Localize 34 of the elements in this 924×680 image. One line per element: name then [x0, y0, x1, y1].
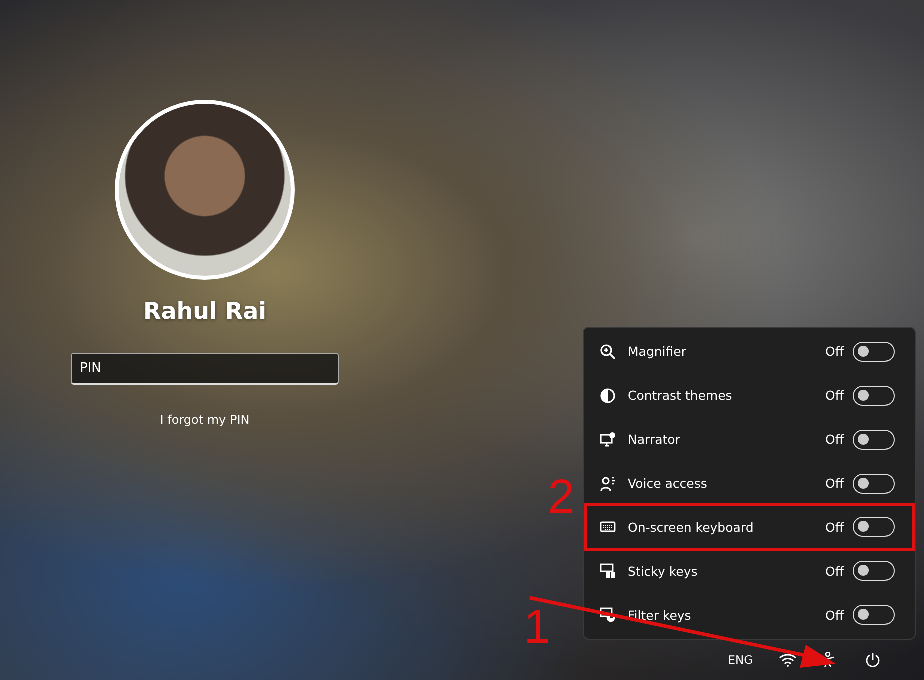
- toggle-switch[interactable]: [853, 561, 895, 582]
- state-label: Off: [826, 344, 844, 360]
- step-number: 2: [548, 474, 575, 522]
- language-indicator[interactable]: ENG: [728, 653, 753, 667]
- toggle-switch[interactable]: [853, 342, 895, 362]
- user-name: Rahul Rai: [144, 299, 266, 325]
- state-label: Off: [826, 476, 844, 491]
- setting-label: On-screen keyboard: [628, 520, 755, 535]
- setting-label: Sticky keys: [628, 564, 699, 579]
- person-voice-icon: [600, 476, 616, 492]
- pin-field[interactable]: PIN: [71, 353, 339, 385]
- setting-label: Contrast themes: [628, 388, 734, 404]
- state-label: Off: [826, 388, 844, 404]
- state-label: Off: [826, 432, 844, 448]
- magnifier-icon: [600, 344, 616, 360]
- step-number: 1: [524, 604, 551, 652]
- toggle-switch[interactable]: [853, 517, 895, 538]
- setting-label: Voice access: [628, 476, 708, 491]
- state-label: Off: [826, 608, 844, 623]
- contrast-icon: [600, 388, 616, 404]
- state-label: Off: [826, 520, 844, 535]
- monitor-speech-icon: [600, 432, 616, 448]
- toggle-switch[interactable]: [853, 386, 895, 406]
- toggle-switch[interactable]: [853, 474, 895, 494]
- keyboard-clock-icon: [600, 607, 616, 624]
- state-label: Off: [826, 564, 844, 579]
- toggle-switch[interactable]: [853, 430, 895, 450]
- forgot-pin-link[interactable]: I forgot my PIN: [160, 413, 250, 427]
- setting-label: Magnifier: [628, 344, 688, 360]
- wifi-icon[interactable]: [779, 653, 797, 667]
- power-icon[interactable]: [865, 652, 881, 668]
- setting-label: Narrator: [628, 432, 682, 448]
- toggle-switch[interactable]: [853, 605, 895, 626]
- keyboard-keys-icon: [600, 563, 616, 580]
